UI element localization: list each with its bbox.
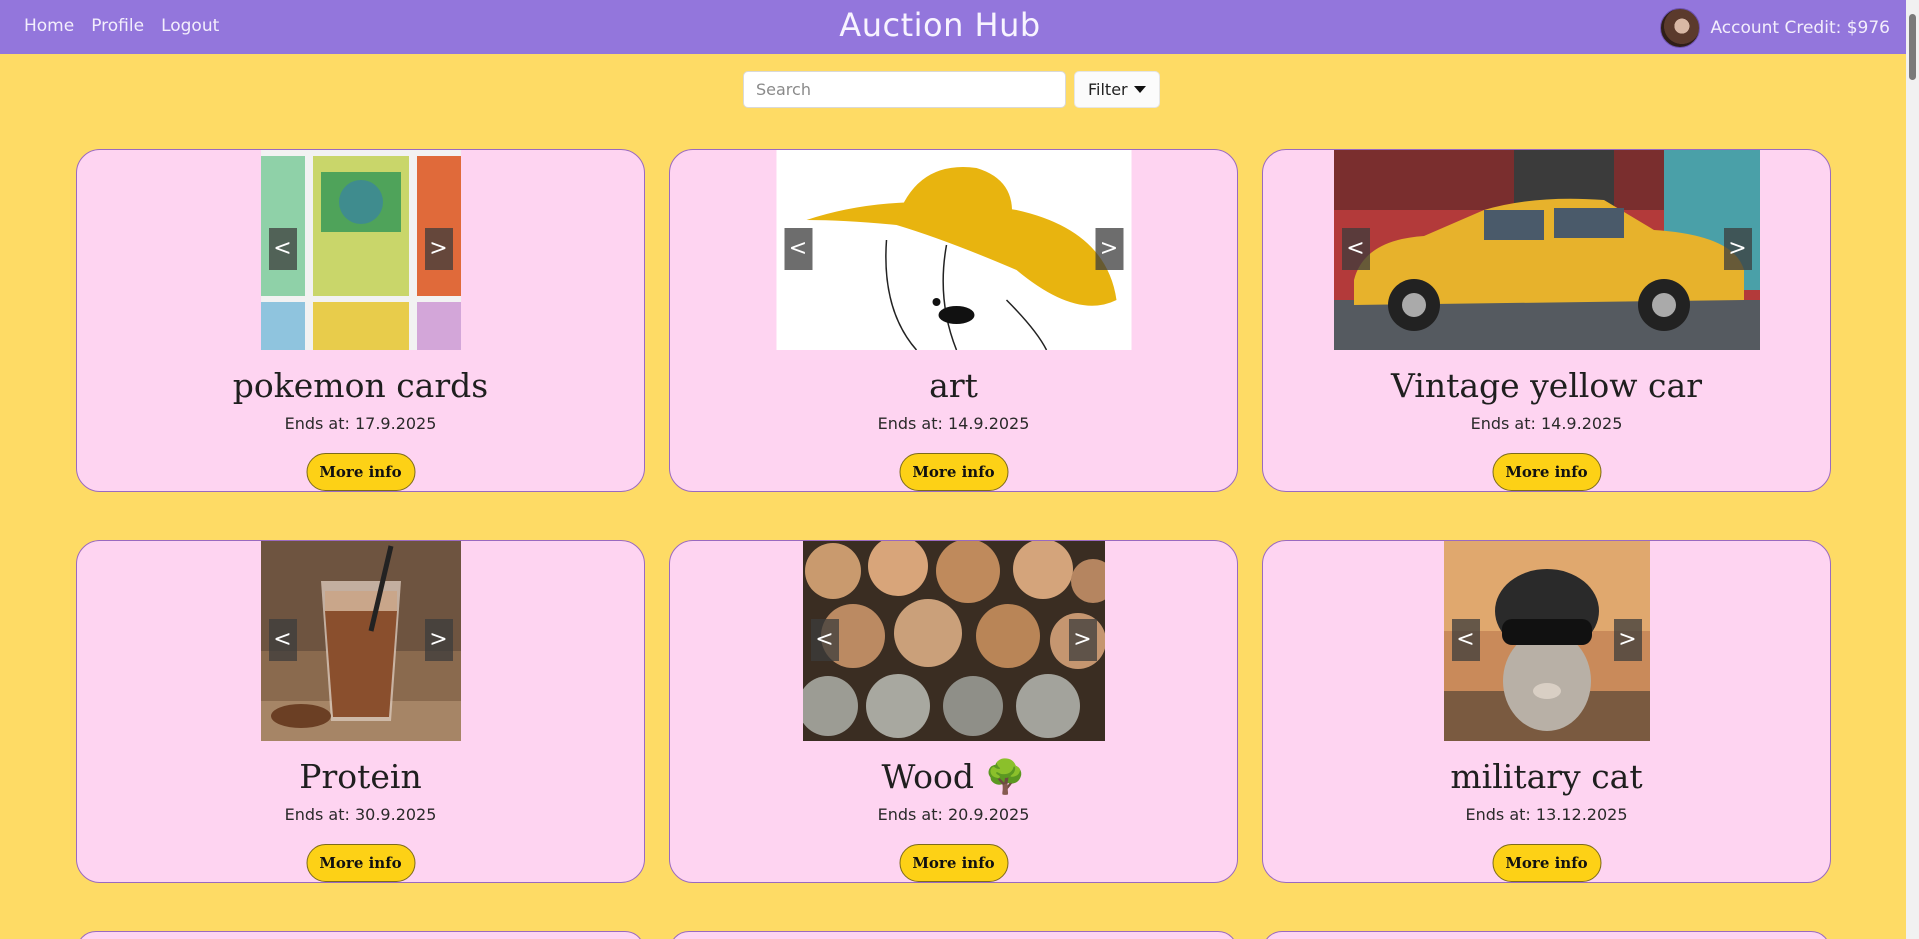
- auction-card-partial: [76, 931, 645, 939]
- filter-label: Filter: [1088, 80, 1128, 99]
- card-image-carousel: < >: [260, 541, 461, 741]
- filter-button[interactable]: Filter: [1074, 71, 1160, 108]
- carousel-next-button[interactable]: >: [1723, 228, 1752, 270]
- card-end-date: Ends at: 14.9.2025: [877, 414, 1030, 433]
- carousel-prev-button[interactable]: <: [268, 228, 297, 270]
- carousel-prev-button[interactable]: <: [1451, 619, 1480, 661]
- auction-card: < > Protein Ends at: 30.9.2025 More info: [76, 540, 645, 883]
- card-image: [1333, 150, 1760, 350]
- card-title: pokemon cards: [232, 366, 489, 405]
- card-image-carousel: < >: [1333, 150, 1760, 350]
- account-credit: Account Credit: $976: [1710, 18, 1890, 38]
- carousel-prev-button[interactable]: <: [1341, 228, 1370, 270]
- navbar: Home Profile Logout Auction Hub Account …: [0, 0, 1906, 54]
- card-title: military cat: [1450, 757, 1643, 796]
- carousel-prev-button[interactable]: <: [784, 228, 812, 270]
- carousel-next-button[interactable]: >: [424, 619, 453, 661]
- card-title: Protein: [299, 757, 422, 796]
- carousel-next-button[interactable]: >: [1095, 228, 1123, 270]
- search-bar: Filter: [743, 71, 1160, 108]
- card-image-carousel: < >: [776, 150, 1131, 350]
- card-image: [776, 150, 1131, 350]
- card-title: Vintage yellow car: [1391, 366, 1702, 405]
- scrollbar-thumb[interactable]: [1909, 14, 1916, 80]
- card-title: art: [929, 366, 978, 405]
- card-end-date: Ends at: 17.9.2025: [284, 414, 437, 433]
- more-info-button[interactable]: More info: [1492, 844, 1601, 882]
- carousel-next-button[interactable]: >: [424, 228, 453, 270]
- card-image-carousel: < >: [260, 150, 461, 350]
- auction-card-partial: [1262, 931, 1831, 939]
- brand-title: Auction Hub: [839, 6, 1041, 44]
- auction-card: < > Wood 🌳 Ends at: 20.9.2025 More info: [669, 540, 1238, 883]
- search-input[interactable]: [743, 71, 1066, 108]
- auction-card: < > art Ends at: 14.9.2025 More info: [669, 149, 1238, 492]
- more-info-button[interactable]: More info: [899, 453, 1008, 491]
- carousel-next-button[interactable]: >: [1068, 619, 1097, 661]
- auction-card: < > Vintage yellow car Ends at: 14.9.202…: [1262, 149, 1831, 492]
- more-info-button[interactable]: More info: [306, 844, 415, 882]
- more-info-button[interactable]: More info: [306, 453, 415, 491]
- carousel-prev-button[interactable]: <: [268, 619, 297, 661]
- carousel-prev-button[interactable]: <: [810, 619, 839, 661]
- more-info-button[interactable]: More info: [1492, 453, 1601, 491]
- scrollbar[interactable]: [1906, 0, 1919, 939]
- caret-down-icon: [1133, 86, 1146, 93]
- auction-card: < > pokemon cards Ends at: 17.9.2025 Mor…: [76, 149, 645, 492]
- account-info: Account Credit: $976: [1660, 8, 1890, 48]
- auction-card-partial: [669, 931, 1238, 939]
- card-image-carousel: < >: [1443, 541, 1650, 741]
- carousel-next-button[interactable]: >: [1613, 619, 1642, 661]
- card-end-date: Ends at: 30.9.2025: [284, 805, 437, 824]
- auction-card: < > military cat Ends at: 13.12.2025 Mor…: [1262, 540, 1831, 883]
- card-title: Wood 🌳: [881, 757, 1026, 796]
- card-image-carousel: < >: [802, 541, 1105, 741]
- card-image: [802, 541, 1105, 741]
- card-end-date: Ends at: 20.9.2025: [877, 805, 1030, 824]
- card-end-date: Ends at: 13.12.2025: [1465, 805, 1628, 824]
- card-end-date: Ends at: 14.9.2025: [1470, 414, 1623, 433]
- more-info-button[interactable]: More info: [899, 844, 1008, 882]
- avatar[interactable]: [1660, 8, 1701, 48]
